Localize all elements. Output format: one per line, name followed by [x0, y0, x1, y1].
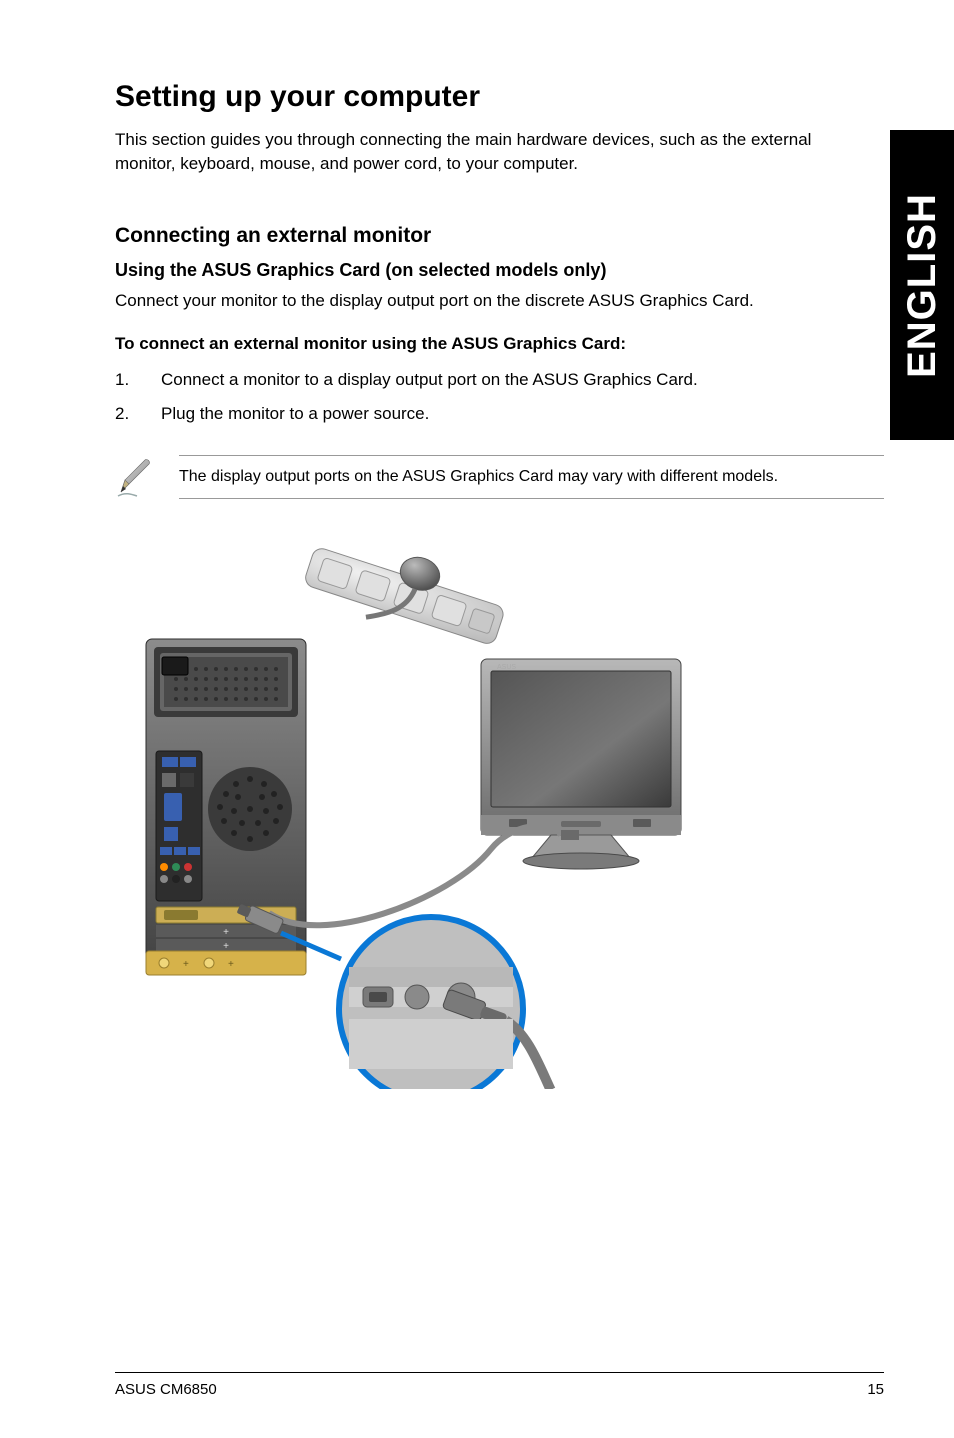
svg-text:+: +: [183, 959, 189, 970]
footer-model: ASUS CM6850: [115, 1381, 217, 1398]
note-text: The display output ports on the ASUS Gra…: [179, 455, 884, 499]
section-heading: Connecting an external monitor: [115, 224, 884, 248]
intro-paragraph: This section guides you through connecti…: [115, 128, 815, 176]
footer-page-number: 15: [867, 1381, 884, 1398]
language-tab: ENGLISH: [890, 130, 954, 440]
svg-text:ASUS: ASUS: [497, 664, 516, 671]
subsection-heading: Using the ASUS Graphics Card (on selecte…: [115, 260, 884, 281]
svg-text:+: +: [228, 959, 234, 970]
step-text: Plug the monitor to a power source.: [161, 400, 429, 427]
desktop-tower-illustration: placeholder: [146, 639, 306, 959]
page-footer: ASUS CM6850 15: [115, 1372, 884, 1398]
body-paragraph: Connect your monitor to the display outp…: [115, 289, 884, 313]
list-item: 1. Connect a monitor to a display output…: [115, 366, 884, 393]
pencil-icon: [115, 456, 157, 498]
list-item: 2. Plug the monitor to a power source.: [115, 400, 884, 427]
zoom-callout: +: [281, 917, 571, 1089]
procedure-heading: To connect an external monitor using the…: [115, 334, 884, 354]
language-tab-label: ENGLISH: [900, 193, 945, 378]
connection-diagram: placeholder: [131, 519, 691, 1089]
svg-text:+: +: [223, 941, 229, 952]
step-text: Connect a monitor to a display output po…: [161, 366, 698, 393]
note-callout: The display output ports on the ASUS Gra…: [115, 455, 884, 499]
page-title: Setting up your computer: [115, 80, 884, 114]
svg-text:+: +: [223, 927, 229, 938]
steps-list: 1. Connect a monitor to a display output…: [115, 366, 884, 426]
step-number: 1.: [115, 366, 161, 393]
monitor-illustration: ASUS: [481, 659, 681, 869]
step-number: 2.: [115, 400, 161, 427]
